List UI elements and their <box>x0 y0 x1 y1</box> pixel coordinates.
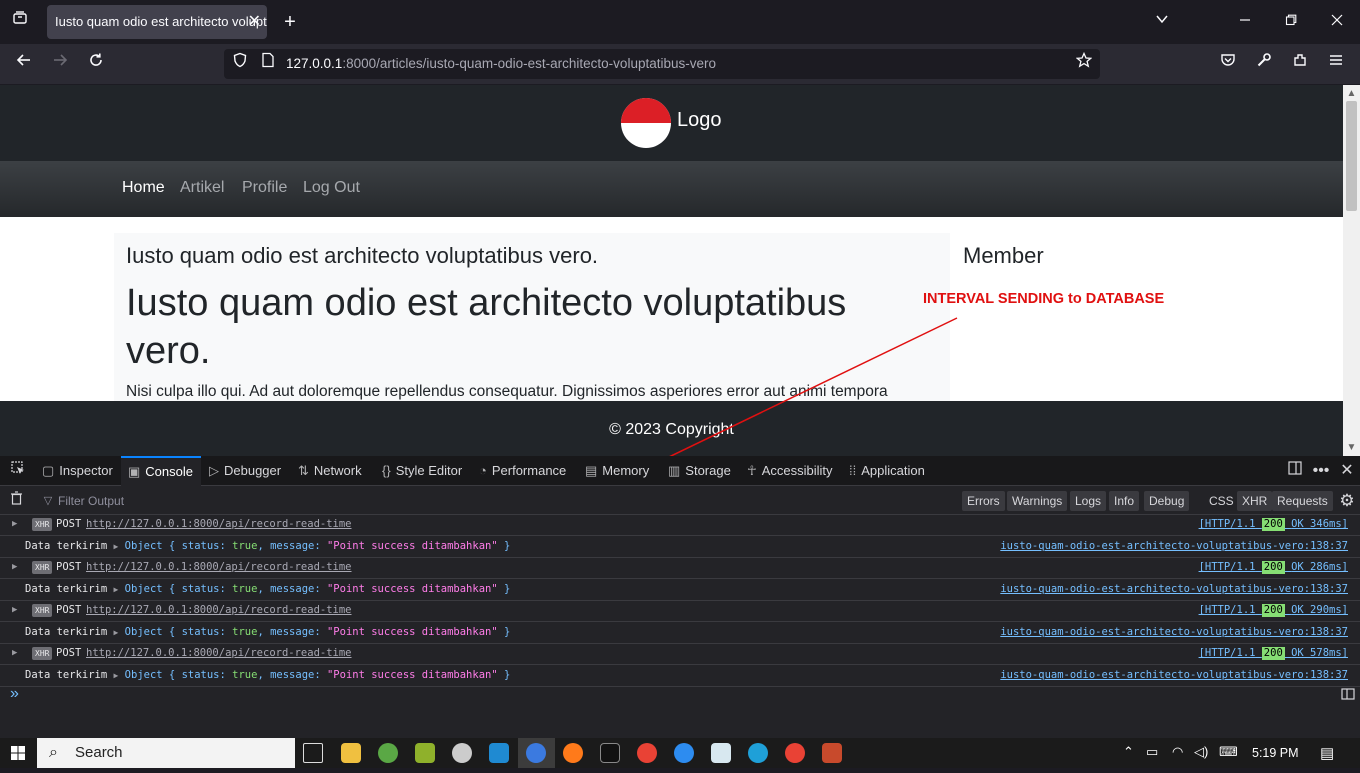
network-request-row[interactable]: ▶ XHR POST http://127.0.0.1:8000/api/rec… <box>0 557 1360 579</box>
network-request-row[interactable]: ▶ XHR POST http://127.0.0.1:8000/api/rec… <box>0 600 1360 622</box>
tab-console[interactable]: ▣ Console <box>121 456 201 486</box>
tab-memory[interactable]: ▤ Memory <box>585 456 649 486</box>
chrome-canary-icon[interactable] <box>785 743 805 763</box>
xhr-badge: XHR <box>32 604 53 617</box>
request-status[interactable]: [HTTP/1.1 200 OK 286ms] <box>1199 557 1348 578</box>
expand-triangle-icon[interactable]: ▶ <box>12 600 17 621</box>
tab-storage[interactable]: ▥ Storage <box>668 456 731 486</box>
trash-icon[interactable] <box>4 489 28 513</box>
filter-xhr[interactable]: XHR <box>1237 491 1273 511</box>
tab-accessibility[interactable]: ☥ Accessibility <box>747 456 833 486</box>
filter-errors[interactable]: Errors <box>962 491 1005 511</box>
tab-style-editor[interactable]: {} Style Editor <box>382 456 462 486</box>
taskbar-clock[interactable]: 5:19 PM <box>1252 738 1299 768</box>
filter-debug[interactable]: Debug <box>1144 491 1190 511</box>
notepad-icon[interactable] <box>711 743 731 763</box>
wifi-icon[interactable]: ◠ <box>1172 744 1183 760</box>
filter-logs[interactable]: Logs <box>1070 491 1107 511</box>
filter-warnings[interactable]: Warnings <box>1007 491 1068 511</box>
tray-chevron-icon[interactable]: ⌃ <box>1123 744 1134 760</box>
network-request-row[interactable]: ▶ XHR POST http://127.0.0.1:8000/api/rec… <box>0 643 1360 665</box>
storage-icon: ▥ <box>668 463 681 478</box>
volume-icon[interactable]: ◁) <box>1194 744 1208 760</box>
request-url-link[interactable]: http://127.0.0.1:8000/api/record-read-ti… <box>86 600 352 621</box>
filter-info[interactable]: Info <box>1109 491 1140 511</box>
devtools-toolbar: ▢ Inspector ▣ Console ▷ Debugger ⇅ Network {… <box>0 456 1360 486</box>
log-source-link[interactable]: iusto-quam-odio-est-architecto-voluptati… <box>1000 536 1348 557</box>
windows-start-icon[interactable] <box>0 738 37 768</box>
phpstorm-icon[interactable] <box>600 743 620 763</box>
editor-mode-icon[interactable] <box>1336 685 1360 709</box>
memory-icon: ▤ <box>585 463 598 478</box>
xhr-badge: XHR <box>32 518 53 531</box>
console-log-row: Data terkirim ▶ Object { status: true, m… <box>0 536 1360 558</box>
element-picker-icon[interactable] <box>6 459 30 483</box>
log-source-link[interactable]: iusto-quam-odio-est-architecto-voluptati… <box>1000 622 1348 643</box>
firefox-icon[interactable] <box>563 743 583 763</box>
application-grid-icon: ⁞⁞ <box>849 463 857 478</box>
task-view-icon[interactable] <box>303 743 323 763</box>
accessibility-icon: ☥ <box>747 463 757 478</box>
request-status[interactable]: [HTTP/1.1 200 OK 578ms] <box>1199 643 1348 664</box>
network-icon: ⇅ <box>298 463 309 478</box>
console-log-row: Data terkirim ▶ Object { status: true, m… <box>0 622 1360 644</box>
filter-css[interactable]: CSS <box>1204 491 1239 511</box>
performance-icon: ◔ <box>479 463 487 478</box>
xhr-badge: XHR <box>32 647 53 660</box>
dock-side-icon[interactable] <box>1283 459 1307 483</box>
windows-taskbar: ⌕ Search ⌃ ▭ ◠ ◁) ⌨ 5:19 PM ▤ <box>0 738 1360 768</box>
console-icon: ▣ <box>128 464 141 479</box>
tab-inspector[interactable]: ▢ Inspector <box>42 456 113 486</box>
console-filter-bar: ▽ Filter Output Errors Warnings Logs Inf… <box>0 487 1360 515</box>
keyboard-icon[interactable]: ⌨ <box>1219 744 1238 760</box>
filter-output-input[interactable]: Filter Output <box>58 487 124 515</box>
console-settings-gear-icon[interactable]: ⚙ <box>1335 489 1359 513</box>
inspector-icon: ▢ <box>42 463 55 478</box>
file-explorer-icon[interactable] <box>341 743 361 763</box>
log-source-link[interactable]: iusto-quam-odio-est-architecto-voluptati… <box>1000 665 1348 686</box>
request-url-link[interactable]: http://127.0.0.1:8000/api/record-read-ti… <box>86 557 352 578</box>
log-source-link[interactable]: iusto-quam-odio-est-architecto-voluptati… <box>1000 579 1348 600</box>
close-devtools-icon[interactable]: ✕ <box>1335 459 1359 483</box>
tab-performance[interactable]: ◔ Performance <box>479 456 566 486</box>
firefox-dev-active-slot[interactable] <box>518 738 555 768</box>
tab-application[interactable]: ⁞⁞ Application <box>849 456 925 486</box>
vscode-icon[interactable] <box>489 743 509 763</box>
request-url-link[interactable]: http://127.0.0.1:8000/api/record-read-ti… <box>86 643 352 664</box>
lambda-app-icon[interactable] <box>415 743 435 763</box>
search-icon: ⌕ <box>49 744 58 761</box>
style-editor-icon: {} <box>382 463 391 478</box>
console-log-row: Data terkirim ▶ Object { status: true, m… <box>0 665 1360 687</box>
tab-debugger[interactable]: ▷ Debugger <box>209 456 281 486</box>
battery-icon[interactable]: ▭ <box>1146 744 1158 760</box>
console-prompt-icon: » <box>10 685 19 702</box>
request-status[interactable]: [HTTP/1.1 200 OK 290ms] <box>1199 600 1348 621</box>
request-status[interactable]: [HTTP/1.1 200 OK 346ms] <box>1199 514 1348 535</box>
network-request-row[interactable]: ▶ XHR POST http://127.0.0.1:8000/api/rec… <box>0 514 1360 536</box>
console-log-row: Data terkirim ▶ Object { status: true, m… <box>0 579 1360 601</box>
console-input[interactable]: » <box>0 685 1360 709</box>
taskbar-search[interactable]: ⌕ Search <box>37 738 295 768</box>
tab-network[interactable]: ⇅ Network <box>298 456 362 486</box>
filter-funnel-icon: ▽ <box>43 495 53 507</box>
xhr-badge: XHR <box>32 561 53 574</box>
more-options-icon[interactable]: ••• <box>1309 459 1333 483</box>
request-url-link[interactable]: http://127.0.0.1:8000/api/record-read-ti… <box>86 514 352 535</box>
filter-requests[interactable]: Requests <box>1272 491 1333 511</box>
firefox-developer-icon <box>526 743 546 763</box>
git-app-icon[interactable] <box>452 743 472 763</box>
notification-icon[interactable]: ▤ <box>1320 744 1334 762</box>
devtools-panel: ▢ Inspector ▣ Console ▷ Debugger ⇅ Network {… <box>0 456 1360 738</box>
greenshot-icon[interactable] <box>378 743 398 763</box>
winrar-icon[interactable] <box>822 743 842 763</box>
edge-icon[interactable] <box>748 743 768 763</box>
expand-triangle-icon[interactable]: ▶ <box>12 557 17 578</box>
expand-triangle-icon[interactable]: ▶ <box>12 643 17 664</box>
chrome-icon[interactable] <box>637 743 657 763</box>
debugger-icon: ▷ <box>209 463 219 478</box>
chromium-icon[interactable] <box>674 743 694 763</box>
expand-triangle-icon[interactable]: ▶ <box>12 514 17 535</box>
